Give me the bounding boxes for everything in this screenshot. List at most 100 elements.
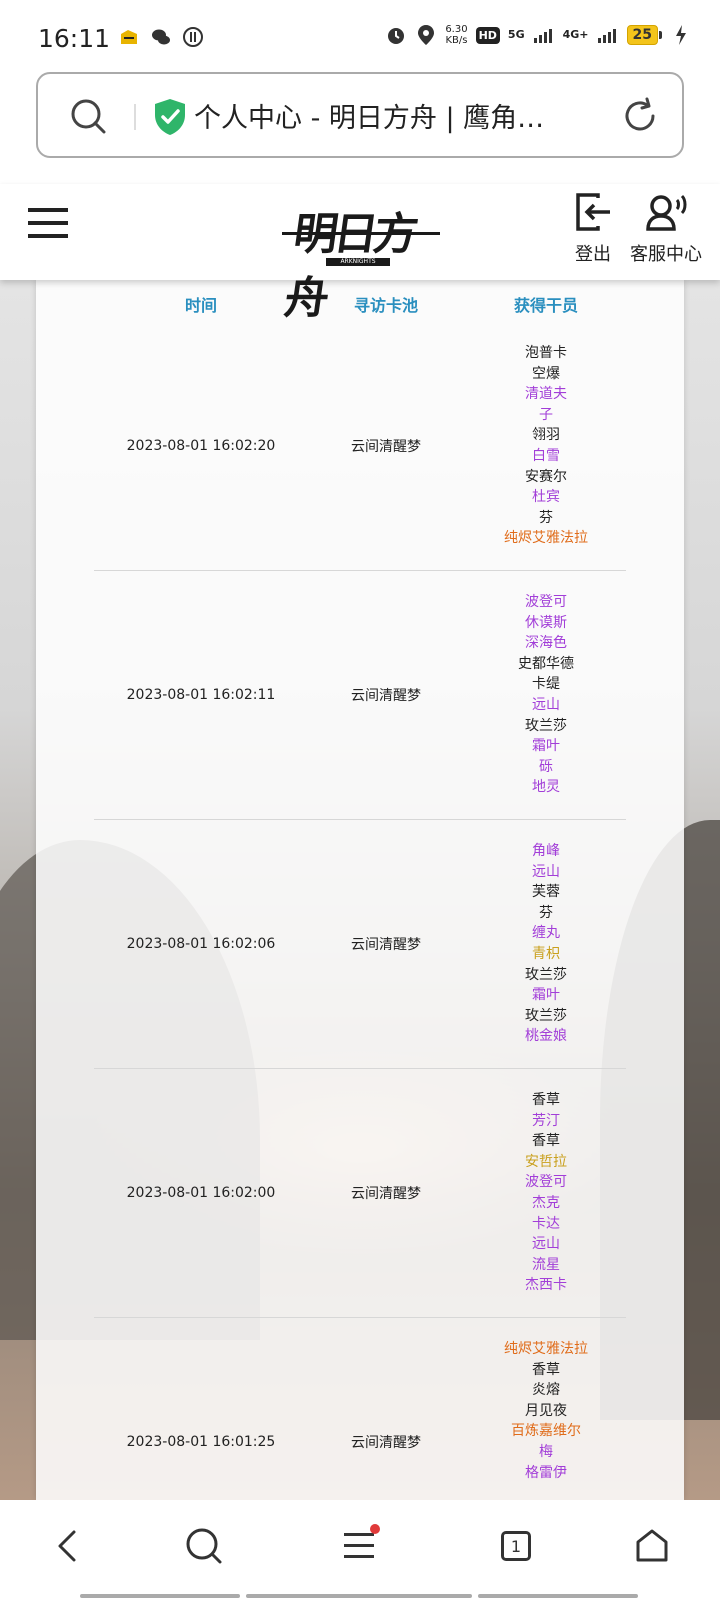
back-icon[interactable] bbox=[44, 1522, 92, 1570]
logout-icon bbox=[574, 192, 612, 236]
page-title[interactable]: 个人中心 - 明日方舟 | 鹰角… bbox=[194, 96, 594, 135]
header-operators: 获得干员 bbox=[513, 296, 578, 315]
table-row: 2023-08-01 16:02:06 云间清醒梦 角峰 远山 芙蓉芬缠丸 青枳 玫兰莎 霜叶… bbox=[94, 820, 626, 1069]
operator-name: 格雷伊 bbox=[525, 1464, 567, 1481]
table-row: 2023-08-01 16:02:00 云间清醒梦 香草 芳汀 香草 安哲拉 波登可 杰克 卡达… bbox=[94, 1069, 626, 1318]
operator-name: 芳汀 bbox=[532, 1112, 560, 1129]
address-bar[interactable]: 个人中心 - 明日方舟 | 鹰角… bbox=[36, 72, 684, 158]
operator-name: 地灵 bbox=[532, 779, 560, 796]
operator-name: 远山 bbox=[532, 863, 560, 880]
cell-time: 2023-08-01 16:02:20 bbox=[126, 438, 276, 454]
operator-name: 玫兰莎 bbox=[525, 1007, 567, 1024]
cell-operators: 纯烬艾雅法拉 香草 炎熔 月见夜 百炼嘉维尔梅格雷伊 bbox=[466, 1318, 626, 1500]
wechat-icon bbox=[150, 26, 172, 48]
operator-name: 纯烬艾雅法拉 bbox=[504, 1341, 588, 1358]
cell-operators: 角峰 远山 芙蓉芬缠丸 青枳 玫兰莎 霜叶 玫兰莎 桃金娘 bbox=[466, 820, 626, 1068]
operator-name: 角峰 bbox=[532, 843, 560, 860]
gacha-record-card: 时间 寻访卡池 获得干员 2023-08-01 16:02:20 云间清醒梦 泡普卡… bbox=[36, 280, 684, 1500]
operator-name: 炎熔 bbox=[532, 1382, 560, 1399]
operator-name: 空爆 bbox=[532, 365, 560, 382]
table-row: 2023-08-01 16:02:20 云间清醒梦 泡普卡 空爆 清道夫子翎羽 白雪 安赛尔… bbox=[94, 322, 626, 571]
operator-name: 桃金娘 bbox=[525, 1028, 567, 1045]
tabs-icon[interactable]: 1 bbox=[492, 1522, 540, 1570]
operator-name: 芬 bbox=[539, 509, 553, 526]
operator-name: 卡缇 bbox=[532, 676, 560, 693]
address-divider bbox=[134, 104, 136, 130]
battery-indicator: 25 bbox=[626, 25, 662, 45]
cell-time: 2023-08-01 16:02:11 bbox=[126, 687, 276, 703]
charging-icon bbox=[670, 24, 692, 46]
arknights-logo[interactable]: 明日方舟 ARKNIGHTS bbox=[281, 194, 442, 324]
customer-service-label: 客服中心 bbox=[630, 244, 702, 265]
operator-name: 霜叶 bbox=[532, 987, 560, 1004]
cell-operators: 波登可 休谟斯 深海色 史都华德 卡缇 远山 玫兰莎 霜叶砾地灵 bbox=[466, 571, 626, 819]
operator-name: 杰克 bbox=[532, 1195, 560, 1211]
net-speed-unit: KB/s bbox=[445, 35, 468, 46]
logo-sub: ARKNIGHTS bbox=[326, 258, 390, 266]
signal-bars-icon bbox=[597, 24, 619, 46]
header-time: 时间 bbox=[184, 296, 217, 315]
operator-name: 远山 bbox=[532, 1236, 560, 1253]
operator-name: 砾 bbox=[539, 758, 553, 775]
tab-count: 1 bbox=[501, 1531, 531, 1561]
hd-badge: HD bbox=[475, 26, 500, 44]
operator-name: 月见夜 bbox=[525, 1402, 567, 1419]
logout-label: 登出 bbox=[575, 244, 611, 265]
operator-name: 翎羽 bbox=[532, 427, 560, 444]
operator-name: 卡达 bbox=[532, 1215, 560, 1232]
cell-time: 2023-08-01 16:02:06 bbox=[126, 936, 276, 952]
operator-name: 梅 bbox=[539, 1444, 553, 1460]
status-right-icons: 6.30 KB/s HD 5G 4G+ 25 bbox=[385, 24, 692, 46]
gesture-bar-segment bbox=[478, 1594, 638, 1598]
cell-time: 2023-08-01 16:02:00 bbox=[126, 1185, 276, 1201]
app-icon bbox=[182, 26, 204, 48]
shield-check-icon bbox=[153, 98, 187, 140]
operator-name: 香草 bbox=[532, 1133, 560, 1150]
customer-service-icon bbox=[644, 192, 688, 236]
search-icon[interactable] bbox=[180, 1522, 228, 1570]
operator-name: 波登可 bbox=[525, 1174, 567, 1191]
operator-name: 休谟斯 bbox=[525, 614, 567, 631]
gesture-bar-segment bbox=[246, 1594, 472, 1598]
operator-name: 史都华德 bbox=[518, 655, 574, 672]
operator-name: 泡普卡 bbox=[525, 345, 567, 362]
customer-service-button[interactable]: 客服中心 bbox=[630, 192, 702, 266]
status-time: 16:11 bbox=[38, 24, 111, 53]
operator-name: 子 bbox=[539, 406, 553, 423]
operator-name: 青枳 bbox=[532, 946, 560, 962]
table-body: 2023-08-01 16:02:20 云间清醒梦 泡普卡 空爆 清道夫子翎羽 白雪 安赛尔… bbox=[36, 322, 684, 1500]
operator-name: 芙蓉 bbox=[532, 884, 560, 901]
notification-dot bbox=[370, 1524, 380, 1534]
operator-name: 深海色 bbox=[525, 635, 567, 652]
operator-name: 杰西卡 bbox=[525, 1277, 567, 1294]
operator-name: 玫兰莎 bbox=[525, 966, 567, 983]
status-bar: 16:11 6.30 KB/s HD 5G 4G+ 25 bbox=[0, 0, 720, 72]
net-speed-value: 6.30 bbox=[445, 24, 468, 35]
alarm-icon bbox=[385, 24, 407, 46]
hamburger-menu-icon[interactable] bbox=[28, 206, 70, 246]
battery-level: 25 bbox=[626, 25, 658, 45]
operator-name: 玫兰莎 bbox=[525, 717, 567, 734]
cell-time: 2023-08-01 16:01:25 bbox=[126, 1434, 276, 1450]
cell-pool: 云间清醒梦 bbox=[351, 1186, 421, 1202]
cell-pool: 云间清醒梦 bbox=[351, 439, 421, 455]
operator-name: 香草 bbox=[532, 1092, 560, 1109]
operator-name: 清道夫 bbox=[525, 386, 567, 403]
table-row: 2023-08-01 16:02:11 云间清醒梦 波登可 休谟斯 深海色 史都华德 卡缇远… bbox=[94, 571, 626, 820]
cell-pool: 云间清醒梦 bbox=[351, 688, 421, 704]
location-icon bbox=[415, 24, 437, 46]
home-icon[interactable] bbox=[628, 1522, 676, 1570]
search-icon[interactable] bbox=[68, 96, 108, 140]
signal-bars-icon bbox=[533, 24, 555, 46]
operator-name: 安哲拉 bbox=[525, 1153, 567, 1170]
gesture-bar-segment bbox=[80, 1594, 240, 1598]
operator-name: 杜宾 bbox=[532, 489, 560, 506]
cell-operators: 泡普卡 空爆 清道夫子翎羽 白雪 安赛尔 杜宾芬纯烬艾雅法拉 bbox=[466, 322, 626, 570]
cell-operators: 香草 芳汀 香草 安哲拉 波登可 杰克 卡达 远山 流星 杰西卡 bbox=[466, 1069, 626, 1317]
reload-icon[interactable] bbox=[620, 96, 660, 140]
cell-pool: 云间清醒梦 bbox=[351, 937, 421, 953]
table-row: 2023-08-01 16:01:25 云间清醒梦 纯烬艾雅法拉 香草 炎熔 月见夜 百炼嘉… bbox=[94, 1318, 626, 1500]
notification-icon bbox=[118, 26, 140, 48]
logout-button[interactable]: 登出 bbox=[574, 192, 612, 266]
menu-icon[interactable] bbox=[336, 1522, 384, 1570]
